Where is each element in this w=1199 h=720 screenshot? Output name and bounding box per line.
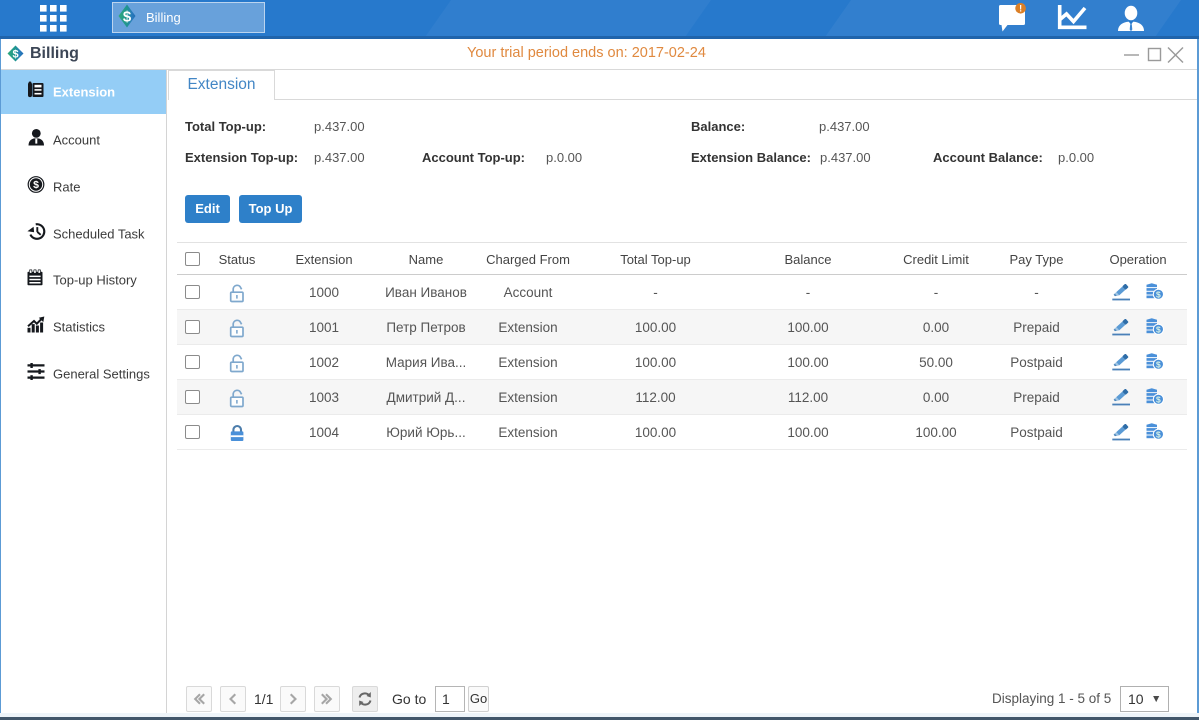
svg-text:$: $ [123,8,132,25]
svg-text:$: $ [1156,394,1161,404]
svg-text:$: $ [1156,429,1161,439]
svg-text:$: $ [1156,359,1161,369]
svg-text:$: $ [1156,289,1161,299]
svg-text:!: ! [1019,4,1022,14]
svg-text:$: $ [12,48,18,60]
svg-text:$: $ [33,179,39,191]
svg-text:$: $ [1156,324,1161,334]
